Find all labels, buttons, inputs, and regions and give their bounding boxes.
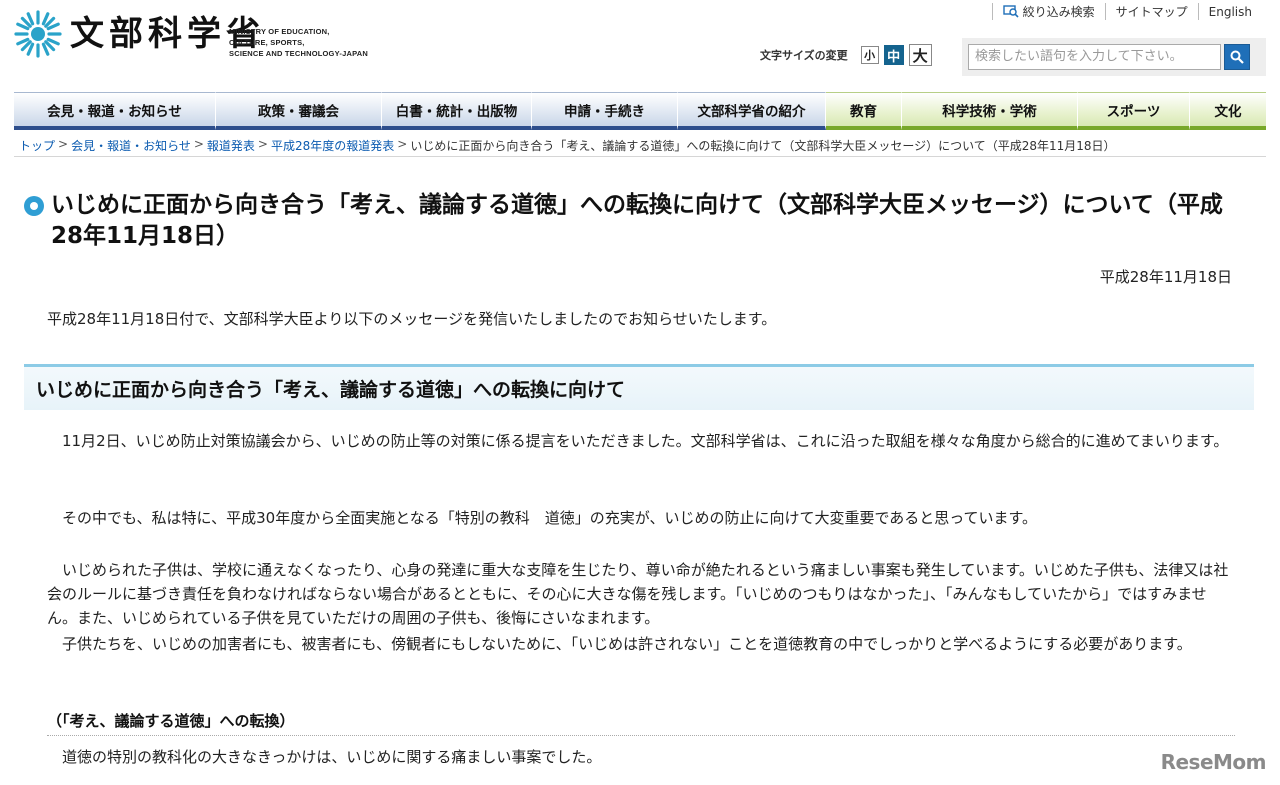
breadcrumb-separator: > [58,137,69,151]
font-size-medium-button[interactable]: 中 [883,45,904,65]
breadcrumb-current: いじめに正面から向き合う「考え、議論する道徳」への転換に向けて（文部科学大臣メッ… [410,139,1116,153]
advanced-search-label: 絞り込み検索 [1022,5,1095,19]
paragraph-5: 道徳の特別の教科化の大きなきっかけは、いじめに関する痛ましい事案でした。 [47,748,602,766]
page-title: いじめに正面から向き合う「考え、議論する道徳」への転換に向けて（文部科学大臣メッ… [51,192,1223,249]
mext-logo-icon[interactable] [14,10,62,58]
english-link[interactable]: English [1197,3,1262,20]
logo-english-text: MINISTRY OF EDUCATION, CULTURE, SPORTS, … [229,26,368,59]
section-heading: いじめに正面から向き合う「考え、議論する道徳」への転換に向けて [24,364,1254,410]
nav-item-about[interactable]: 文部科学省の紹介 [678,92,826,130]
font-size-large-button[interactable]: 大 [908,44,932,66]
search-box: 検索したい語句を入力して下さい。 [962,38,1266,76]
subheading: （「考え、議論する道徳」への転換） [47,710,1235,736]
publish-date: 平成28年11月18日 [1099,268,1232,286]
nav-item-publications[interactable]: 白書・統計・出版物 [382,92,532,130]
resemom-watermark: ReseMom [1160,750,1267,774]
logo-english-line-2: CULTURE, SPORTS, [229,38,305,47]
nav-item-press[interactable]: 会見・報道・お知らせ [14,92,216,130]
breadcrumb-divider [14,156,1266,157]
breadcrumb-separator: > [193,137,204,151]
logo-english-line-3: SCIENCE AND TECHNOLOGY-JAPAN [229,49,368,58]
breadcrumb: トップ > 会見・報道・お知らせ > 報道発表 > 平成28年度の報道発表 > いじめに… [19,137,1116,154]
paragraph-2: その中でも、私は特に、平成30年度から全面実施となる「特別の教科 道徳」の充実が… [47,509,1038,527]
search-filter-icon [1002,5,1019,18]
font-size-switcher: 文字サイズの変更 小 中 大 [760,44,932,66]
breadcrumb-press[interactable]: 会見・報道・お知らせ [71,137,191,154]
breadcrumb-separator: > [257,137,268,151]
paragraph-3: いじめられた子供は、学校に通えなくなったり、心身の発達に重大な支障を生じたり、尊… [47,561,1229,627]
logo-english-line-1: MINISTRY OF EDUCATION, [229,27,330,36]
advanced-search-link[interactable]: 絞り込み検索 [991,3,1105,20]
font-size-label: 文字サイズの変更 [760,49,848,62]
search-input[interactable]: 検索したい語句を入力して下さい。 [968,44,1221,70]
nav-item-sports[interactable]: スポーツ [1078,92,1190,130]
breadcrumb-separator: > [397,137,408,151]
breadcrumb-top[interactable]: トップ [19,137,55,154]
title-bullet-icon [24,196,44,216]
nav-item-science[interactable]: 科学技術・学術 [902,92,1078,130]
breadcrumb-press-release[interactable]: 報道発表 [207,137,255,154]
intro-text: 平成28年11月18日付で、文部科学大臣より以下のメッセージを発信いたしましたの… [47,310,777,328]
sitemap-link[interactable]: サイトマップ [1104,3,1198,20]
nav-item-policy[interactable]: 政策・審議会 [216,92,382,130]
breadcrumb-fy-releases[interactable]: 平成28年度の報道発表 [271,137,394,154]
utility-links: 絞り込み検索 サイトマップ English [991,3,1262,20]
font-size-small-button[interactable]: 小 [860,46,879,64]
nav-item-applications[interactable]: 申請・手続き [532,92,678,130]
global-nav: 会見・報道・お知らせ 政策・審議会 白書・統計・出版物 申請・手続き 文部科学省… [14,92,1266,130]
nav-item-culture[interactable]: 文化 [1190,92,1266,130]
paragraph-1: 11月2日、いじめ防止対策協議会から、いじめの防止等の対策に係る提言をいただきま… [47,432,1229,450]
nav-item-education[interactable]: 教育 [826,92,902,130]
search-icon [1230,50,1244,64]
search-button[interactable] [1224,44,1250,70]
paragraph-4: 子供たちを、いじめの加害者にも、被害者にも、傍観者にもしないために、「いじめは許… [47,635,1192,653]
